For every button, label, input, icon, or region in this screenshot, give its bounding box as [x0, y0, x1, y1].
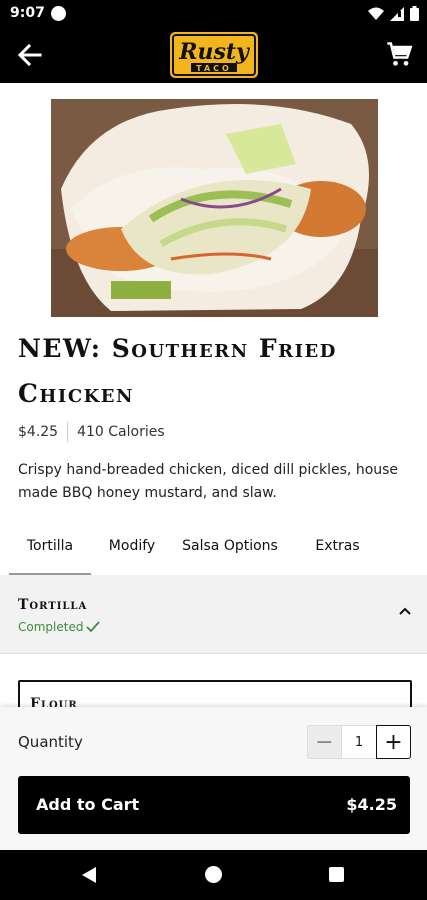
status-icons: [368, 6, 419, 21]
meta-divider: [67, 422, 69, 442]
section-title: Tortilla: [18, 597, 88, 613]
tortilla-section-header[interactable]: Tortilla Completed: [0, 575, 427, 654]
product-image: [51, 99, 378, 317]
status-time: 9:07: [10, 5, 45, 21]
quantity-increase-button[interactable]: +: [376, 725, 411, 759]
tab-salsa-options[interactable]: Salsa Options: [175, 533, 285, 575]
section-status: Completed: [18, 620, 101, 634]
cart-icon[interactable]: [385, 40, 413, 68]
svg-text:Rusty: Rusty: [178, 39, 251, 65]
quantity-stepper: − 1 +: [307, 725, 411, 759]
tab-modify[interactable]: Modify: [91, 533, 173, 575]
option-label: Flour: [30, 696, 78, 707]
nav-recents-icon[interactable]: [329, 867, 344, 882]
product-calories: 410 Calories: [77, 424, 165, 440]
rusty-taco-logo[interactable]: Rusty TACO: [169, 30, 259, 78]
section-status-label: Completed: [18, 620, 84, 634]
wifi-icon: [368, 7, 384, 20]
status-bar: 9:07: [0, 0, 427, 28]
signal-icon: [390, 6, 404, 21]
arrow-left-icon[interactable]: [14, 40, 44, 70]
product-meta: $4.25 410 Calories: [18, 422, 165, 442]
add-to-cart-button[interactable]: Add to Cart $4.25: [18, 776, 410, 834]
nav-back-icon[interactable]: [80, 866, 98, 884]
product-title: NEW: Southern Fried Chicken: [18, 334, 337, 408]
tortilla-option-flour[interactable]: Flour: [18, 680, 412, 707]
product-detail-scroll[interactable]: NEW: Southern Fried Chicken $4.25 410 Ca…: [0, 83, 427, 707]
tab-tortilla[interactable]: Tortilla: [9, 533, 91, 575]
nav-home-icon[interactable]: [205, 866, 222, 883]
battery-icon: [410, 6, 419, 21]
quantity-decrease-button[interactable]: −: [307, 725, 342, 759]
chevron-up-icon[interactable]: [397, 603, 413, 619]
svg-text:TACO: TACO: [196, 64, 232, 73]
checkmark-icon: [86, 621, 101, 633]
quantity-value: 1: [342, 725, 376, 759]
system-nav-bar: [0, 850, 427, 900]
customization-tabs: Tortilla Modify Salsa Options Extras: [9, 533, 419, 575]
app-bar: Rusty TACO: [0, 28, 427, 83]
product-price: $4.25: [18, 424, 59, 440]
product-description: Crispy hand-breaded chicken, diced dill …: [18, 462, 399, 501]
add-to-cart-price: $4.25: [346, 795, 397, 814]
tab-extras[interactable]: Extras: [290, 533, 385, 575]
add-to-cart-label: Add to Cart: [36, 795, 140, 814]
notification-app-icon: [51, 6, 66, 21]
quantity-label: Quantity: [18, 733, 83, 751]
order-bottom-sheet: Quantity − 1 + Add to Cart $4.25: [0, 707, 427, 850]
